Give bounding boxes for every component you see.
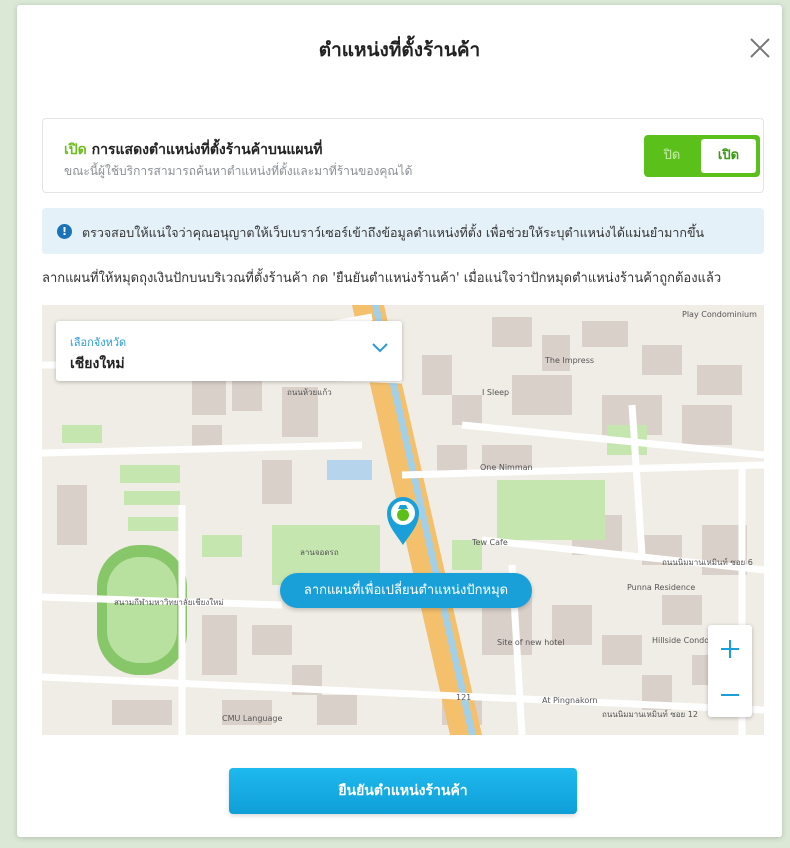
map-label-huay-kaew: ถนนห้วยแก้ว [287,388,332,397]
map-label-hillside: Hillside Condo [652,636,709,645]
zoom-out-button[interactable] [708,673,752,717]
confirm-location-button[interactable]: ยืนยันตำแหน่งร้านค้า [229,768,577,814]
map-label-nimman-12: ถนนนิมมานเหมินท์ ซอย 12 [602,709,698,719]
map-visibility-card: เปิด การแสดงตำแหน่งที่ตั้งร้านค้าบนแผนที… [42,118,764,193]
money-bag-pin-icon[interactable] [385,495,421,547]
drag-map-hint: ลากแผนที่เพื่อเปลี่ยนตำแหน่งปักหมุด [280,573,532,608]
map-label-sleep: I Sleep [482,388,509,397]
notice-text: ตรวจสอบให้แน่ใจว่าคุณอนุญาตให้เว็บเบราว์… [82,225,705,240]
map-label-one-nimman: One Nimman [480,463,533,472]
map-label-121: 121 [456,693,471,702]
location-permission-notice: ! ตรวจสอบให้แน่ใจว่าคุณอนุญาตให้เว็บเบรา… [42,208,764,254]
map-canvas[interactable]: The Impress One Nimman ถนนนิมมานเหมินท์ … [42,305,764,735]
zoom-controls [708,625,752,717]
province-select-label: เลือกจังหวัด [70,336,127,349]
map-visibility-toggle[interactable]: ปิด เปิด [644,135,760,177]
toggle-off-label[interactable]: ปิด [644,135,700,177]
province-select-value[interactable]: เชียงใหม่ [70,353,125,375]
visibility-heading-text: การแสดงตำแหน่งที่ตั้งร้านค้าบนแผนที่ [91,142,323,158]
map-label-punna: Punna Residence [627,583,695,592]
info-icon: ! [57,224,72,239]
zoom-in-button[interactable] [708,627,752,671]
modal-header: ตำแหน่งที่ตั้งร้านค้า [17,5,782,93]
map-label-impress: The Impress [544,356,594,365]
map-label-parking: ลานจอดรถ [300,548,339,557]
map-label-tew-cafe: Tew Cafe [471,538,508,547]
province-select[interactable]: เลือกจังหวัด เชียงใหม่ [56,321,402,381]
modal-title: ตำแหน่งที่ตั้งร้านค้า [318,39,481,61]
map-label-cmu-language: CMU Language [222,714,282,723]
close-icon[interactable] [747,35,773,61]
map-instruction: ลากแผนที่ให้หมุดถุงเงินปักบนบริเวณที่ตั้… [42,271,722,286]
map-label-at-pingnakorn: At Pingnakorn [542,696,597,705]
minus-icon[interactable] [708,673,752,717]
toggle-on-label[interactable]: เปิด [701,139,756,173]
map-label-stadium: สนามกีฬามหาวิทยาลัยเชียงใหม่ [114,598,224,607]
store-location-modal: ตำแหน่งที่ตั้งร้านค้า เปิด การแสดงตำแหน่… [17,5,782,837]
visibility-heading: เปิด การแสดงตำแหน่งที่ตั้งร้านค้าบนแผนที… [64,139,322,161]
chevron-down-icon[interactable] [372,343,388,353]
map-label-play-condo: Play Condominium [682,310,757,319]
visibility-description: ขณะนี้ผู้ใช้บริการสามารถค้นหาตำแหน่งที่ต… [64,164,413,178]
plus-icon[interactable] [708,627,752,671]
map-label-nimman-6: ถนนนิมมานเหมินท์ ซอย 6 [662,557,753,567]
map-label-site-hotel: Site of new hotel [497,638,564,647]
visibility-status-word: เปิด [64,142,87,158]
